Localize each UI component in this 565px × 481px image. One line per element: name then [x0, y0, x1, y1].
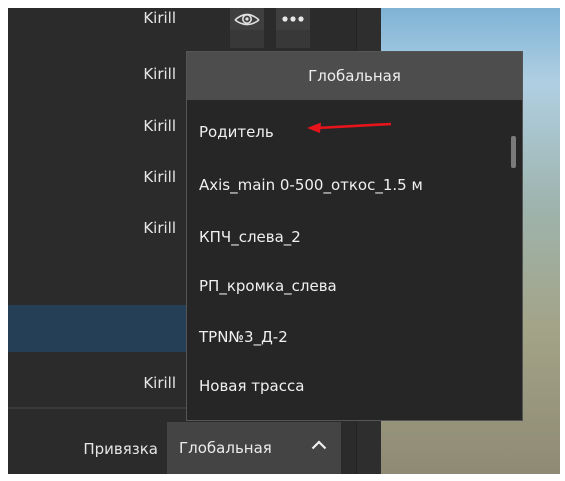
row-button-stub[interactable] [230, 30, 264, 48]
selected-layer-row[interactable] [8, 305, 186, 352]
dropdown-option[interactable]: РП_кромка_слева [199, 277, 337, 295]
binding-select-value: Глобальная [179, 439, 272, 457]
dropdown-option[interactable]: КПЧ_слева_2 [199, 228, 301, 246]
layer-row-author: Kirill [143, 65, 176, 83]
dropdown-option[interactable]: Родитель [199, 123, 274, 141]
dropdown-option[interactable]: TPN№3_Д-2 [199, 328, 288, 346]
panel-separator [8, 407, 186, 409]
layer-row-author: Kirill [143, 219, 176, 237]
annotation-arrow-icon [307, 122, 391, 133]
dropdown-header[interactable]: Глобальная [187, 52, 522, 100]
eye-icon [234, 13, 260, 26]
row-button-stub[interactable] [276, 30, 310, 48]
chevron-up-icon [311, 440, 327, 450]
dropdown-option[interactable]: Axis_main 0-500_откос_1.5 м [199, 176, 423, 194]
app-screen: Kirill Kirill Kirill Kirill Kirill Kiril… [8, 8, 560, 474]
layer-row-author: Kirill [143, 374, 176, 392]
layer-row-author: Kirill [143, 117, 176, 135]
binding-label: Привязка [83, 440, 158, 458]
layer-row-author: Kirill [143, 9, 176, 27]
more-options-button[interactable] [276, 8, 310, 30]
dropdown-scrollbar-thumb[interactable] [511, 136, 516, 168]
binding-select[interactable]: Глобальная [167, 422, 341, 474]
layer-row-author: Kirill [143, 168, 176, 186]
dropdown-option[interactable]: Новая трасса [199, 377, 304, 395]
visibility-toggle[interactable] [230, 8, 264, 30]
binding-dropdown-popup: Глобальная Родитель Axis_main 0-500_отко… [186, 51, 523, 421]
more-icon [282, 16, 304, 22]
